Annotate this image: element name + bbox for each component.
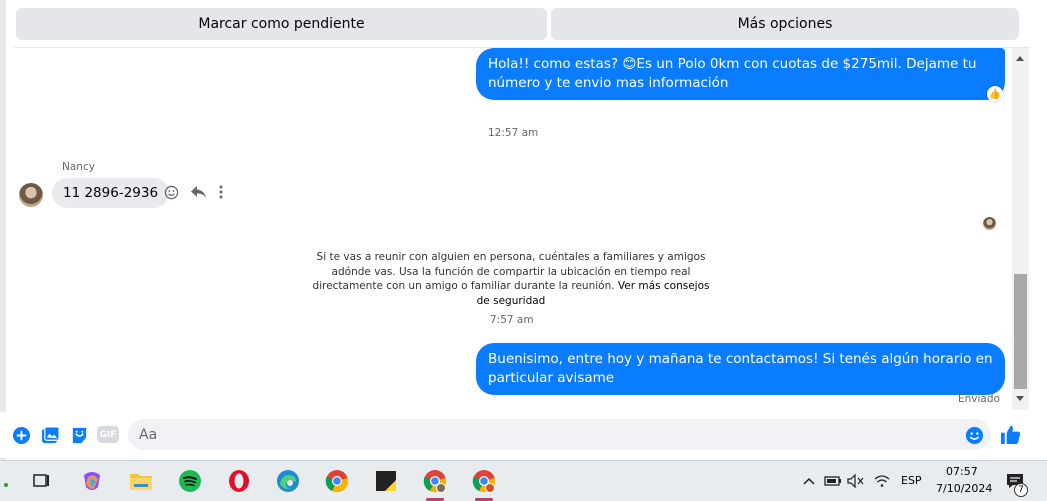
scroll-up-arrow-icon[interactable] <box>1016 56 1024 61</box>
avatar[interactable] <box>19 183 43 207</box>
outgoing-message[interactable]: Buenisimo, entre hoy y mañana te contact… <box>476 343 1005 395</box>
message-status: Enviado <box>958 393 1000 405</box>
windows-taskbar: ESP 07:57 7/10/2024 7 <box>0 460 1047 501</box>
task-view-icon[interactable] <box>27 467 55 495</box>
chrome-profile-2-icon[interactable] <box>470 467 498 495</box>
spotify-icon[interactable] <box>176 467 204 495</box>
composer: GIF Aa <box>0 412 1030 458</box>
wifi-icon[interactable] <box>871 467 893 495</box>
scroll-thumb[interactable] <box>1014 274 1027 389</box>
chrome-icon[interactable] <box>323 467 351 495</box>
chrome-profile-icon[interactable] <box>421 467 449 495</box>
battery-icon[interactable] <box>823 467 843 495</box>
timestamp: 7:57 am <box>490 314 534 326</box>
messenger-window: Marcar como pendiente Más opciones Hola!… <box>0 0 1047 460</box>
incoming-message[interactable]: 11 2896-2936 <box>52 178 170 208</box>
chevron-up-icon[interactable] <box>800 467 818 495</box>
file-explorer-icon[interactable] <box>127 467 155 495</box>
react-icon[interactable] <box>163 184 179 200</box>
message-thread[interactable]: Hola!! como estas? 😊Es un Polo 0km con c… <box>6 48 1012 410</box>
scroll-down-arrow-icon[interactable] <box>1016 396 1024 401</box>
edge-icon[interactable] <box>274 467 302 495</box>
outgoing-message[interactable]: Hola!! como estas? 😊Es un Polo 0km con c… <box>476 48 1005 100</box>
language-indicator[interactable]: ESP <box>901 474 922 487</box>
clock-date[interactable]: 7/10/2024 <box>936 482 992 495</box>
more-options-button[interactable]: Más opciones <box>551 8 1019 40</box>
sender-name: Nancy <box>62 161 95 173</box>
read-receipt-avatar <box>983 217 996 230</box>
reply-icon[interactable] <box>189 184 207 200</box>
opera-icon[interactable] <box>225 467 253 495</box>
emoji-icon[interactable] <box>964 425 984 445</box>
like-icon[interactable] <box>999 422 1021 446</box>
mark-pending-button[interactable]: Marcar como pendiente <box>16 8 547 40</box>
sticky-notes-icon[interactable] <box>372 467 400 495</box>
clock-time[interactable]: 07:57 <box>946 465 978 478</box>
gif-icon[interactable]: GIF <box>97 426 119 443</box>
timestamp: 12:57 am <box>488 127 539 139</box>
thumbs-up-reaction-icon[interactable]: 👍 <box>987 86 1003 102</box>
more-actions-icon[interactable] <box>216 184 226 200</box>
action-bar: Marcar como pendiente Más opciones <box>14 0 1030 48</box>
status-dot-icon <box>4 483 8 487</box>
plus-icon[interactable] <box>11 425 31 445</box>
message-input[interactable]: Aa <box>128 419 991 450</box>
copilot-icon[interactable] <box>78 467 106 495</box>
speaker-muted-icon[interactable] <box>846 467 866 495</box>
photo-icon[interactable] <box>40 425 60 445</box>
safety-notice: Si te vas a reunir con alguien en person… <box>306 250 716 308</box>
notification-badge: 7 <box>1014 483 1028 497</box>
scrollbar[interactable] <box>1012 48 1029 410</box>
sticker-icon[interactable] <box>69 425 89 445</box>
